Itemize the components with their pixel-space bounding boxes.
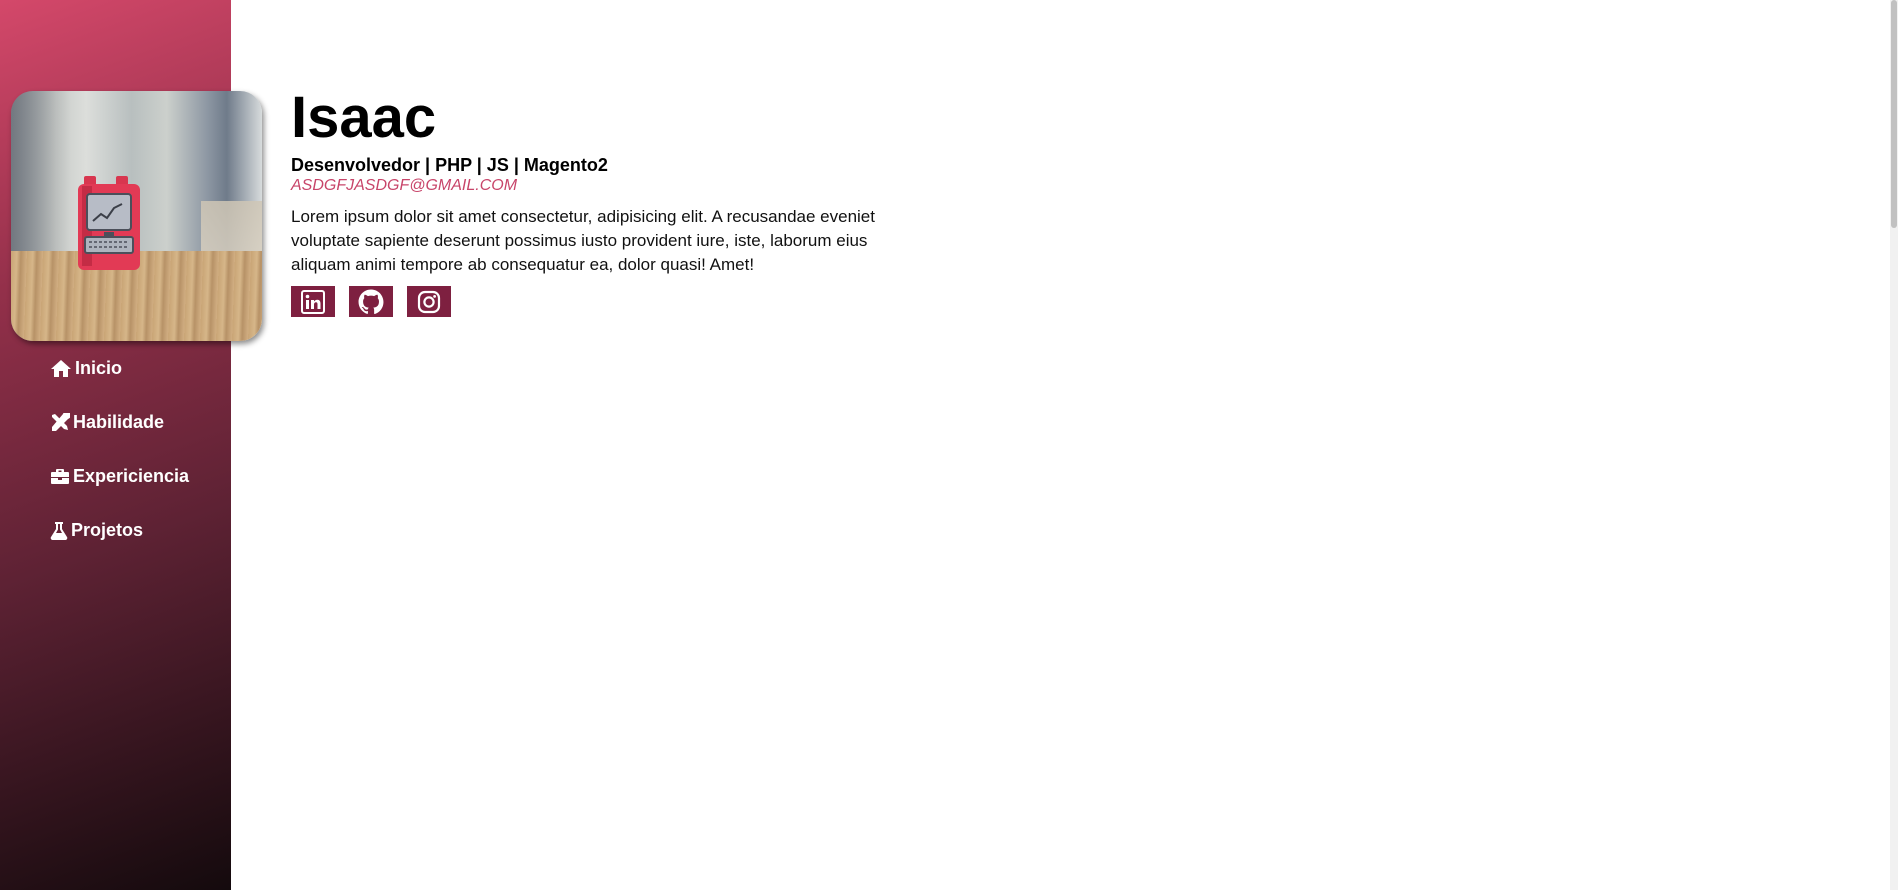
nav-item-habilidade[interactable]: Habilidade: [50, 412, 189, 466]
nav-item-expericiencia[interactable]: Expericiencia: [50, 466, 189, 520]
instagram-icon: [417, 290, 441, 313]
linkedin-link[interactable]: [291, 286, 335, 317]
nav-item-label: Expericiencia: [73, 466, 190, 486]
linkedin-icon: [301, 289, 325, 314]
profile-bio: Lorem ipsum dolor sit amet consectetur, …: [291, 207, 875, 274]
tools-icon: [52, 413, 70, 431]
nav-item-projetos[interactable]: Projetos: [50, 520, 189, 574]
nav-item-label: Projetos: [71, 520, 144, 540]
toy-computer-figure: [78, 176, 140, 270]
home-icon: [51, 360, 71, 377]
nav-item-label: Inicio: [75, 358, 123, 378]
social-links: [291, 286, 911, 317]
profile-photo: [11, 91, 262, 341]
nav-item-label: Habilidade: [73, 412, 165, 432]
github-link[interactable]: [349, 286, 393, 317]
github-icon: [358, 289, 384, 314]
nav-item-inicio[interactable]: Inicio: [50, 358, 189, 412]
profile-subtitle: Desenvolvedor | PHP | JS | Magento2: [291, 155, 608, 175]
vertical-scrollbar[interactable]: [1890, 0, 1898, 890]
profile-name: Isaac: [291, 85, 437, 150]
instagram-link[interactable]: [407, 286, 451, 317]
briefcase-icon: [51, 469, 69, 484]
scrollbar-thumb[interactable]: [1891, 0, 1897, 228]
flask-icon: [50, 522, 68, 540]
sidebar-nav: Inicio Habilidade Expericiencia Projetos: [50, 358, 189, 574]
email-link[interactable]: asdgfjasdgf@gmail.com: [291, 176, 911, 196]
profile-main: Isaac Desenvolvedor | PHP | JS | Magento…: [291, 82, 911, 317]
